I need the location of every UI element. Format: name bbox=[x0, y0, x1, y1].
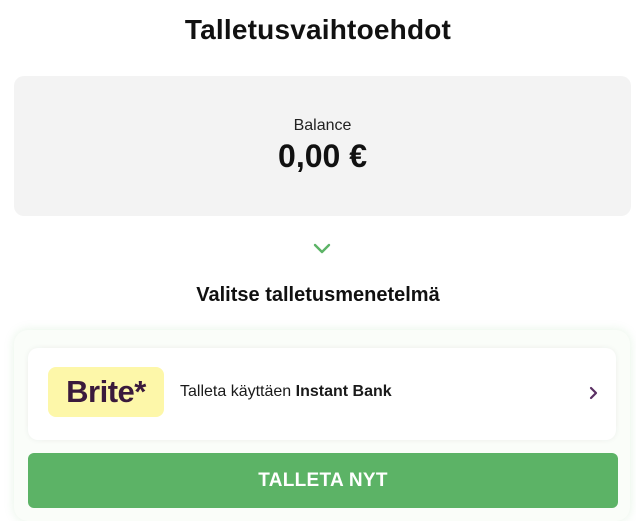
deposit-now-button[interactable]: TALLETA NYT bbox=[28, 453, 618, 508]
chevron-down-icon[interactable] bbox=[312, 242, 332, 256]
balance-amount: 0,00 € bbox=[278, 138, 367, 174]
payment-method-brite[interactable]: Brite* Talleta käyttäen Instant Bank bbox=[28, 348, 616, 440]
balance-card: Balance 0,00 € bbox=[14, 76, 631, 216]
payment-method-name: Instant Bank bbox=[295, 383, 392, 400]
payment-method-heading: Valitse talletusmenetelmä bbox=[196, 284, 440, 306]
payment-method-description: Talleta käyttäen Instant Bank bbox=[180, 383, 392, 401]
payment-methods-panel: Brite* Talleta käyttäen Instant Bank TAL… bbox=[14, 330, 630, 521]
balance-label: Balance bbox=[293, 117, 352, 134]
deposit-options-page: Talletusvaihtoehdot Balance 0,00 € Valit… bbox=[0, 0, 636, 521]
payment-method-prefix: Talleta käyttäen bbox=[180, 383, 292, 400]
chevron-right-icon bbox=[589, 386, 598, 400]
brite-logo: Brite* bbox=[48, 367, 164, 417]
page-title: Talletusvaihtoehdot bbox=[184, 14, 452, 45]
